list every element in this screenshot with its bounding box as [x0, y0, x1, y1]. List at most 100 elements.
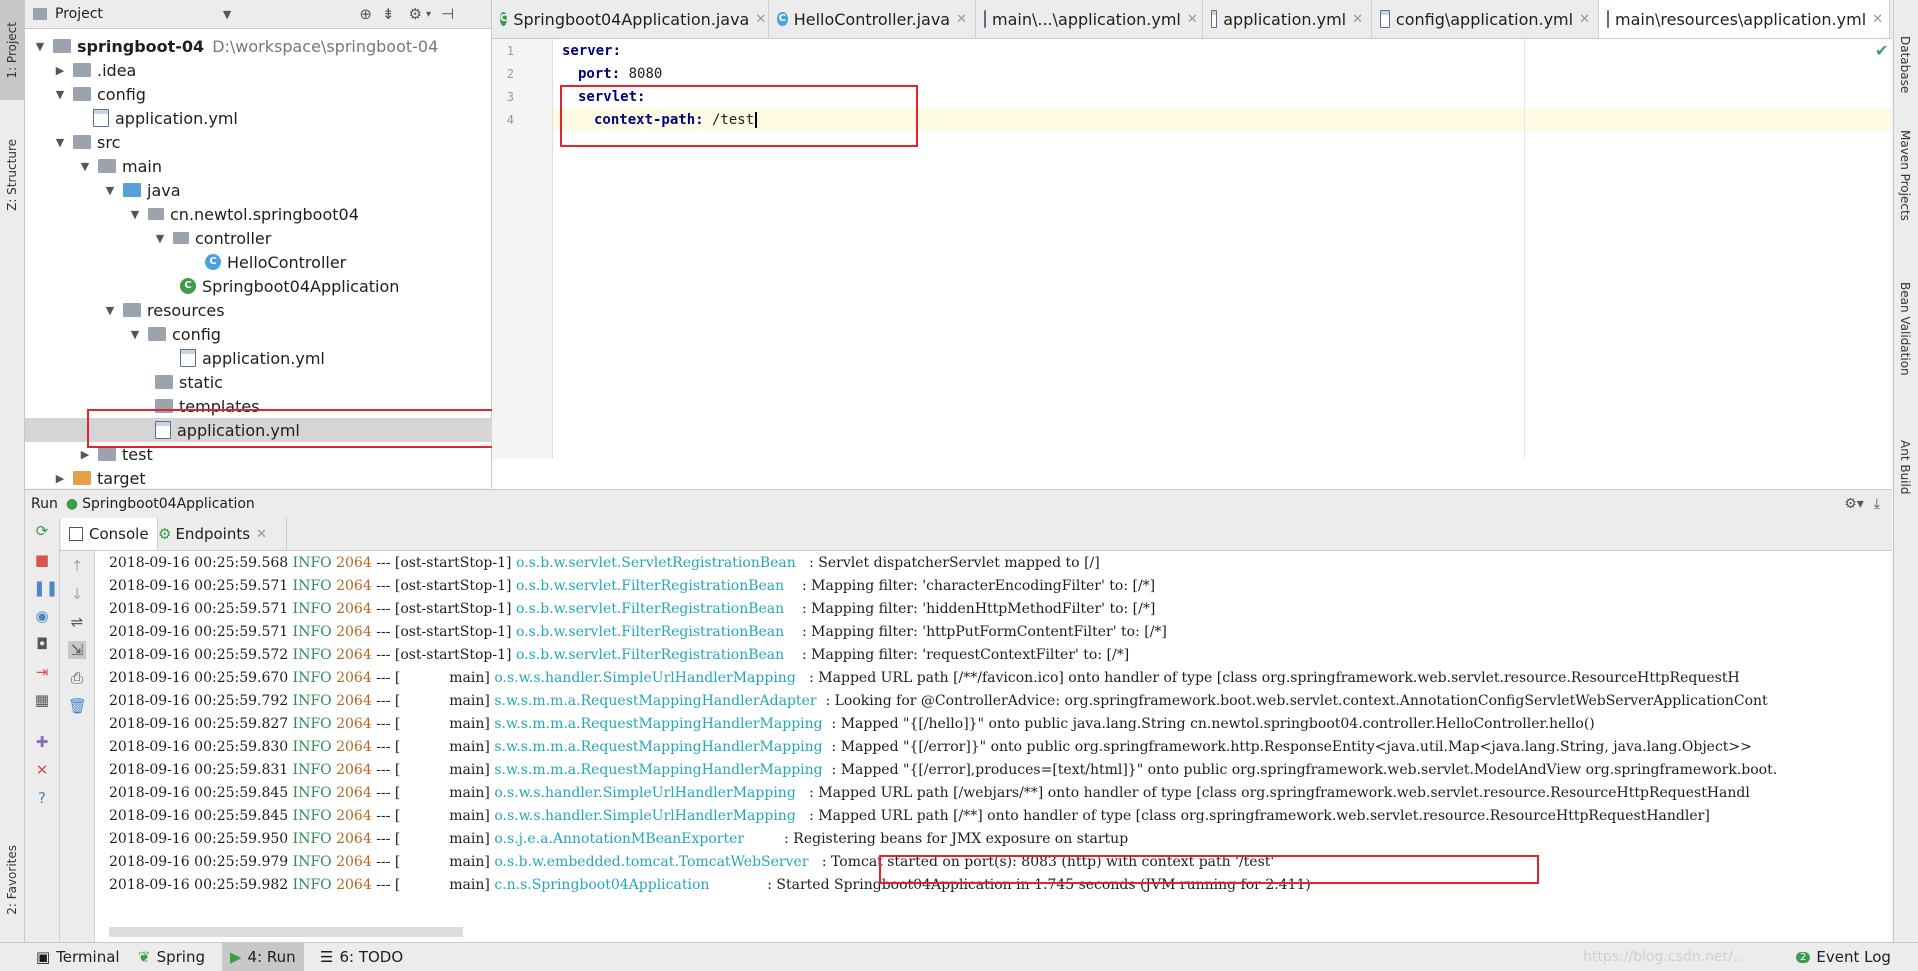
- gear-icon[interactable]: ⚙: [409, 5, 422, 23]
- log-thread: [ost-startStop-1]: [394, 555, 512, 571]
- tab-springboot04application-java[interactable]: C Springboot04Application.java ✕: [492, 0, 769, 38]
- close-icon[interactable]: ✕: [1872, 12, 1883, 27]
- terminal-tab[interactable]: ▣ Terminal: [28, 943, 128, 971]
- expand-arrow-icon[interactable]: ▼: [53, 136, 67, 149]
- ant-build-tool-tab[interactable]: Ant Build: [1898, 440, 1912, 498]
- target-icon[interactable]: ⊕: [359, 5, 372, 23]
- code-editor[interactable]: 1 2 3 4 server: port: 8080 servlet: cont…: [492, 39, 1892, 489]
- expand-arrow-icon[interactable]: ▼: [153, 232, 167, 245]
- log-sep: ---: [376, 831, 391, 847]
- project-panel: Project ▼ ⊕ ⇟ ⚙ ▾ ⊣ ▼ springboot-04 D:\w…: [25, 0, 621, 488]
- tab-application-yml[interactable]: application.yml ✕: [1203, 0, 1372, 38]
- log-thread: [ost-startStop-1]: [394, 624, 512, 640]
- horizontal-scrollbar[interactable]: [109, 927, 463, 937]
- line-number: 1: [506, 44, 514, 58]
- gear-icon[interactable]: ⚙▾: [1844, 496, 1864, 512]
- close-icon[interactable]: ✕: [1352, 12, 1363, 27]
- tree-item-resources[interactable]: ▼ resources: [25, 298, 569, 322]
- tree-item-java[interactable]: ▼ java: [25, 178, 569, 202]
- stop-icon[interactable]: ■: [33, 551, 51, 569]
- log-level: INFO: [292, 670, 332, 686]
- tree-item-src[interactable]: ▼ src: [25, 130, 519, 154]
- log-level: INFO: [292, 831, 332, 847]
- hide-icon[interactable]: ⤓: [1874, 496, 1880, 512]
- tab-hellocontroller-java[interactable]: C HelloController.java ✕: [769, 0, 976, 38]
- tab-config-application-yml[interactable]: config\application.yml ✕: [1372, 0, 1599, 38]
- collapse-arrow-icon[interactable]: ▶: [78, 448, 92, 461]
- highlight-box-application-yml: [87, 409, 547, 448]
- exit-icon[interactable]: ⇥: [33, 663, 51, 681]
- print-icon[interactable]: ⎙: [68, 669, 86, 687]
- log-level: INFO: [292, 578, 332, 594]
- soft-wrap-icon[interactable]: ⇌: [68, 613, 86, 631]
- log-sep: ---: [376, 762, 391, 778]
- project-tool-tab[interactable]: 1: Project: [0, 0, 24, 100]
- console-line: 2018-09-16 00:25:59.831 INFO 2064 --- [ …: [109, 762, 1777, 785]
- tree-item-main[interactable]: ▼ main: [25, 154, 544, 178]
- log-logger: o.s.b.w.servlet.FilterRegistrationBean: [515, 624, 798, 640]
- expand-arrow-icon[interactable]: ▼: [78, 160, 92, 173]
- arrow-up-icon[interactable]: ↑: [68, 557, 86, 575]
- trash-icon[interactable]: 🗑: [68, 697, 87, 715]
- todo-tab[interactable]: ☰ 6: TODO: [312, 943, 411, 971]
- highlight-box-servlet-config: [560, 85, 918, 147]
- log-msg: : Mapped "{[/error]}" onto public org.sp…: [827, 739, 1752, 755]
- tab-main-application-yml[interactable]: main\...\application.yml ✕: [976, 0, 1203, 38]
- tab-endpoints[interactable]: ⚙ Endpoints ✕: [150, 518, 287, 550]
- structure-tool-tab[interactable]: Z: Structure: [0, 125, 24, 225]
- maven-tool-tab[interactable]: Maven Projects: [1898, 130, 1912, 225]
- gear-dropdown-icon[interactable]: ▾: [426, 9, 431, 20]
- tree-item-config-application-yml[interactable]: application.yml: [25, 106, 559, 130]
- event-log-tab[interactable]: 2 Event Log: [1788, 943, 1899, 971]
- close-icon[interactable]: ✕: [956, 12, 967, 27]
- resources-folder-icon: [123, 303, 141, 317]
- run-config-name[interactable]: Springboot04Application: [82, 496, 255, 512]
- expand-arrow-icon[interactable]: ▼: [128, 208, 142, 221]
- close-icon[interactable]: ✕: [256, 527, 267, 542]
- close-icon[interactable]: ✕: [755, 12, 766, 27]
- folder-icon: [155, 375, 173, 389]
- arrow-down-icon[interactable]: ↓: [68, 585, 86, 603]
- tree-item-idea[interactable]: ▶ .idea: [25, 58, 519, 82]
- database-tool-tab[interactable]: Database: [1898, 36, 1912, 97]
- log-logger: o.s.w.s.handler.SimpleUrlHandlerMapping: [494, 808, 805, 824]
- tab-main-resources-application-yml[interactable]: main\resources\application.yml ✕: [1599, 0, 1890, 38]
- close-icon[interactable]: ✕: [33, 761, 51, 779]
- run-toolbar-secondary: ↑ ↓ ⇌ ⇲ ⎙ 🗑: [60, 551, 95, 942]
- close-icon[interactable]: ✕: [1579, 12, 1590, 27]
- expand-arrow-icon[interactable]: ▼: [53, 88, 67, 101]
- folder-icon: [73, 135, 91, 149]
- close-icon[interactable]: ✕: [1187, 12, 1198, 27]
- log-sep: ---: [376, 670, 391, 686]
- console-output[interactable]: 2018-09-16 00:25:59.568 INFO 2064 --- [o…: [95, 551, 1892, 942]
- left-tool-stripe: 1: Project Z: Structure 2: Favorites: [0, 0, 25, 942]
- pause-icon[interactable]: ❚❚: [33, 579, 58, 597]
- layout-icon[interactable]: ▦: [33, 691, 51, 709]
- spring-tab[interactable]: ❦ Spring: [130, 943, 213, 971]
- collapse-icon[interactable]: ⇟: [382, 5, 395, 23]
- expand-arrow-icon[interactable]: ▼: [103, 184, 117, 197]
- help-icon[interactable]: ?: [33, 789, 51, 807]
- collapse-arrow-icon[interactable]: ▶: [53, 64, 67, 77]
- chevron-down-icon[interactable]: ▼: [223, 8, 231, 21]
- tree-item-target[interactable]: ▶ target: [25, 466, 519, 490]
- expand-arrow-icon[interactable]: ▼: [103, 304, 117, 317]
- globe-icon[interactable]: ◉: [33, 607, 51, 625]
- tree-item-config[interactable]: ▼ config: [25, 82, 519, 106]
- tab-console[interactable]: Console: [61, 518, 158, 550]
- tree-item-root[interactable]: ▼ springboot-04 D:\workspace\springboot-…: [25, 34, 499, 58]
- bean-validation-tool-tab[interactable]: Bean Validation: [1898, 282, 1912, 380]
- scroll-to-end-icon[interactable]: ⇲: [68, 641, 86, 659]
- run-tab[interactable]: ▶ 4: Run: [222, 943, 304, 971]
- collapse-arrow-icon[interactable]: ▶: [53, 472, 67, 485]
- hide-icon[interactable]: ⊣: [441, 5, 454, 23]
- rerun-icon[interactable]: ⟳: [33, 522, 51, 540]
- pin-icon[interactable]: ✚: [33, 733, 51, 751]
- expand-arrow-icon[interactable]: ▼: [128, 328, 142, 341]
- camera-icon[interactable]: ◘: [33, 635, 51, 653]
- expand-arrow-icon[interactable]: ▼: [33, 40, 47, 53]
- log-ts: 2018-09-16 00:25:59.571: [109, 601, 289, 617]
- run-toolbar-primary: ⟳ ■ ❚❚ ◉ ◘ ⇥ ▦ ✚ ✕ ?: [25, 518, 60, 942]
- log-ts: 2018-09-16 00:25:59.827: [109, 716, 289, 732]
- favorites-tool-tab[interactable]: 2: Favorites: [0, 830, 24, 930]
